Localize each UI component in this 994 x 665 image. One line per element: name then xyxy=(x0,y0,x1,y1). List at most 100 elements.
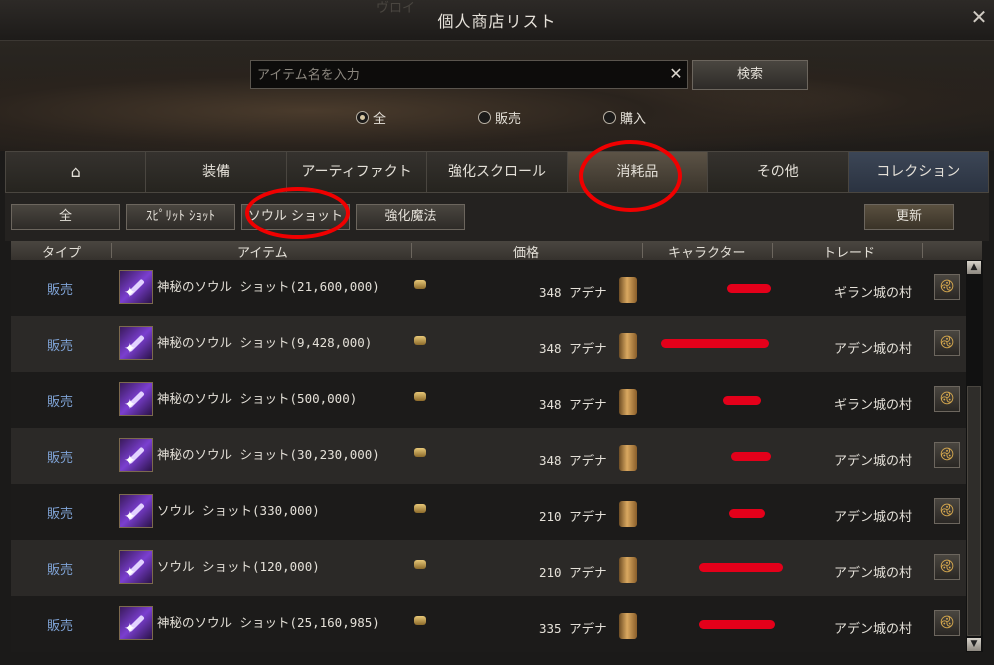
soulshot-icon xyxy=(119,382,153,416)
trade-icon[interactable]: ࿋ xyxy=(934,554,960,580)
close-icon[interactable]: ✕ xyxy=(968,6,990,28)
scroll-up-icon[interactable]: ▲ xyxy=(967,261,981,274)
trade-icon[interactable]: ࿋ xyxy=(934,610,960,636)
row-price: 348 アデナ xyxy=(539,285,607,300)
radio-sell-label: 販売 xyxy=(495,112,522,127)
scroll-down-icon[interactable]: ▼ xyxy=(967,638,981,651)
radio-unchecked-icon xyxy=(478,111,491,124)
table-header: タイプ アイテム 価格 キャラクター トレード xyxy=(11,241,982,261)
coin-icon xyxy=(414,336,426,345)
redaction-mark xyxy=(729,509,765,518)
table-row[interactable]: 販売 神秘のソウル ショット(30,230,000) 348 アデナ アデン城の… xyxy=(11,428,966,484)
column-trade: トレード xyxy=(823,246,876,261)
radio-sell[interactable]: 販売 xyxy=(478,108,522,127)
column-divider xyxy=(111,243,112,258)
row-item: ソウル ショット(330,000) xyxy=(157,503,320,518)
title-bar: ヴロイ 個人商店リスト ✕ xyxy=(0,0,994,41)
soulshot-icon xyxy=(119,270,153,304)
row-price: 335 アデナ xyxy=(539,621,607,636)
row-trade: アデン城の村 xyxy=(834,622,913,637)
row-price: 210 アデナ xyxy=(539,565,607,580)
radio-buy-label: 購入 xyxy=(620,112,647,127)
trade-icon[interactable]: ࿋ xyxy=(934,498,960,524)
tab-consumables[interactable]: 消耗品 xyxy=(567,152,709,192)
search-button[interactable]: 検索 xyxy=(692,60,808,90)
soulshot-icon xyxy=(119,494,153,528)
coin-icon xyxy=(414,448,426,457)
coin-icon xyxy=(414,504,426,513)
row-item: 神秘のソウル ショット(500,000) xyxy=(157,391,358,406)
radio-all-label: 全 xyxy=(373,112,387,127)
row-item: 神秘のソウル ショット(21,600,000) xyxy=(157,279,380,294)
scroll-icon xyxy=(619,445,637,471)
background-scene xyxy=(0,41,994,151)
row-trade: アデン城の村 xyxy=(834,510,913,525)
scroll-thumb[interactable] xyxy=(967,386,981,636)
row-trade: ギラン城の村 xyxy=(834,398,913,413)
coin-icon xyxy=(414,280,426,289)
search-box: ✕ xyxy=(250,60,688,89)
row-trade: アデン城の村 xyxy=(834,454,913,469)
radio-buy[interactable]: 購入 xyxy=(603,108,647,127)
scroll-icon xyxy=(619,557,637,583)
row-type: 販売 xyxy=(47,395,74,410)
search-input[interactable] xyxy=(255,63,659,87)
trade-icon[interactable]: ࿋ xyxy=(934,330,960,356)
tab-equipment[interactable]: 装備 xyxy=(146,152,287,192)
tab-home[interactable]: ⌂ xyxy=(6,152,147,192)
table-row[interactable]: 販売 ソウル ショット(120,000) 210 アデナ アデン城の村 ࿋ xyxy=(11,540,966,596)
trade-icon[interactable]: ࿋ xyxy=(934,442,960,468)
redaction-mark xyxy=(731,452,771,461)
refresh-button[interactable]: 更新 xyxy=(864,204,954,230)
column-character: キャラクター xyxy=(668,246,746,261)
soulshot-icon xyxy=(119,606,153,640)
trade-icon[interactable]: ࿋ xyxy=(934,386,960,412)
subfilter-spiritshot[interactable]: ｽﾋﾟﾘｯﾄ ｼｮｯﾄ xyxy=(126,204,235,230)
row-type: 販売 xyxy=(47,451,74,466)
tab-artifact[interactable]: アーティファクト xyxy=(286,152,428,192)
soulshot-icon xyxy=(119,326,153,360)
window-title: 個人商店リスト xyxy=(437,12,557,31)
row-trade: アデン城の村 xyxy=(834,342,913,357)
scrollbar[interactable]: ▲ ▼ xyxy=(966,260,983,652)
scroll-icon xyxy=(619,501,637,527)
tab-other[interactable]: その他 xyxy=(708,152,849,192)
column-item: アイテム xyxy=(237,246,288,261)
shop-list: 販売 神秘のソウル ショット(21,600,000) 348 アデナ ギラン城の… xyxy=(11,260,966,652)
subfilter-soulshot[interactable]: ソウル ショット xyxy=(241,204,350,230)
tab-collection[interactable]: コレクション xyxy=(848,152,988,192)
table-row[interactable]: 販売 神秘のソウル ショット(500,000) 348 アデナ ギラン城の村 ࿋ xyxy=(11,372,966,428)
table-row[interactable]: 販売 ソウル ショット(330,000) 210 アデナ アデン城の村 ࿋ xyxy=(11,484,966,540)
category-tabs: ⌂ 装備 アーティファクト 強化スクロール 消耗品 その他 コレクション xyxy=(5,151,989,193)
table-row[interactable]: 販売 神秘のソウル ショット(21,600,000) 348 アデナ ギラン城の… xyxy=(11,260,966,316)
tab-enhance-scroll[interactable]: 強化スクロール xyxy=(427,152,568,192)
column-price: 価格 xyxy=(513,246,540,261)
soulshot-icon xyxy=(119,438,153,472)
coin-icon xyxy=(414,616,426,625)
clear-icon[interactable]: ✕ xyxy=(667,64,685,84)
row-trade: ギラン城の村 xyxy=(834,286,913,301)
row-type: 販売 xyxy=(47,507,74,522)
redaction-mark xyxy=(699,620,775,629)
table-row[interactable]: 販売 神秘のソウル ショット(9,428,000) 348 アデナ アデン城の村… xyxy=(11,316,966,372)
row-type: 販売 xyxy=(47,339,74,354)
row-price: 210 アデナ xyxy=(539,509,607,524)
redaction-mark xyxy=(661,339,769,348)
subfilter-all[interactable]: 全 xyxy=(11,204,120,230)
subfilter-enchant-magic[interactable]: 強化魔法 xyxy=(356,204,465,230)
row-price: 348 アデナ xyxy=(539,453,607,468)
coin-icon xyxy=(414,560,426,569)
column-divider xyxy=(642,243,643,258)
soulshot-icon xyxy=(119,550,153,584)
column-type: タイプ xyxy=(42,246,82,261)
coin-icon xyxy=(414,392,426,401)
scroll-icon xyxy=(619,613,637,639)
trade-icon[interactable]: ࿋ xyxy=(934,274,960,300)
column-divider xyxy=(772,243,773,258)
radio-all[interactable]: 全 xyxy=(356,108,387,127)
row-type: 販売 xyxy=(47,283,74,298)
column-divider xyxy=(922,243,923,258)
row-price: 348 アデナ xyxy=(539,341,607,356)
table-row[interactable]: 販売 神秘のソウル ショット(25,160,985) 335 アデナ アデン城の… xyxy=(11,596,966,652)
row-type: 販売 xyxy=(47,619,74,634)
